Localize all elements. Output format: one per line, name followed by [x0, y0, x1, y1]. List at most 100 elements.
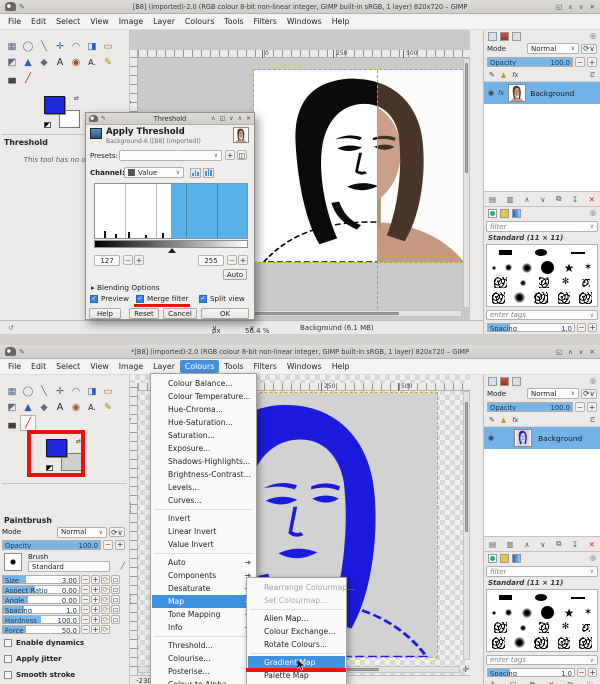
menu-item-desaturate[interactable]: Desaturate➔: [152, 582, 255, 595]
align-tool-icon[interactable]: ◨: [84, 383, 100, 399]
pencil-tool-icon[interactable]: ✎: [100, 399, 116, 415]
spacing-decrease-button[interactable]: −: [577, 668, 586, 677]
progress-icon[interactable]: ↺: [8, 324, 14, 332]
raise-layer-icon[interactable]: ∧: [524, 540, 530, 549]
canvas-vscrollbar[interactable]: [463, 58, 470, 308]
decrease-button[interactable]: −: [81, 625, 90, 634]
crop-tool-icon[interactable]: ▭: [100, 383, 116, 399]
lower-layer-icon[interactable]: ∨: [540, 540, 546, 549]
mode-select[interactable]: Normal ∨: [527, 388, 579, 399]
move-tool-icon[interactable]: ✛: [52, 383, 68, 399]
reset-icon[interactable]: ⟳: [101, 605, 110, 614]
foreground-colour-swatch[interactable]: [44, 96, 65, 114]
align-tool-icon[interactable]: ◨: [84, 38, 100, 54]
brushes-tab-icon[interactable]: [488, 553, 497, 563]
help-button[interactable]: Help: [89, 308, 121, 319]
free-select-tool-icon[interactable]: ◯: [20, 38, 36, 54]
cancel-button[interactable]: Cancel: [163, 308, 197, 319]
patterns-tab-icon[interactable]: [500, 553, 509, 563]
brush-grid[interactable]: ★ ✶ ✻: [486, 589, 598, 652]
heal-tool-icon[interactable]: ◉: [68, 54, 84, 70]
bucket-fill-tool-icon[interactable]: ▲: [20, 399, 36, 415]
menu-item-auto[interactable]: Auto ➔: [152, 556, 255, 569]
titlebar[interactable]: ✎ *[B8] (imported)-2.0 (RGB colour 8-bit…: [0, 345, 600, 359]
fg-bg-colour-widget[interactable]: ⇄: [44, 95, 80, 128]
menu-file[interactable]: File: [3, 360, 26, 373]
menu-filters[interactable]: Filters: [249, 360, 282, 373]
mode-select[interactable]: Normal ∨: [527, 43, 579, 54]
unit-select[interactable]: px ∨: [212, 324, 221, 335]
menu-help[interactable]: Help: [327, 360, 355, 373]
paths-tab-icon[interactable]: [512, 31, 521, 41]
menu-item-colour-temperature[interactable]: Colour Temperature...: [152, 390, 255, 403]
lock-alpha-icon[interactable]: fx: [512, 416, 518, 424]
crop-tool-icon[interactable]: ▭: [100, 38, 116, 54]
heal-tool-icon[interactable]: ◉: [68, 399, 84, 415]
spacing-increase-button[interactable]: +: [588, 323, 597, 332]
paint-opacity-slider[interactable]: Opacity 100.0: [2, 539, 101, 550]
open-brush-icon[interactable]: ◫: [586, 680, 593, 684]
opacity-slider[interactable]: Opacity 100.0: [487, 402, 573, 412]
menu-filters[interactable]: Filters: [249, 15, 282, 28]
force-slider[interactable]: Force 50.0: [2, 625, 80, 634]
lock-position-icon[interactable]: ▲: [501, 71, 506, 79]
auto-button[interactable]: Auto: [223, 269, 247, 280]
bucket-fill-tool-icon[interactable]: ▲: [20, 54, 36, 70]
up-icon[interactable]: ∧: [238, 115, 242, 122]
gradients-tab-icon[interactable]: [512, 553, 521, 563]
restore-icon[interactable]: ∨: [579, 348, 584, 356]
edit-brush-icon[interactable]: ✎: [490, 680, 496, 684]
menu-item-value-invert[interactable]: Value Invert: [152, 538, 255, 551]
close-icon[interactable]: ✕: [246, 115, 251, 122]
mode-switch-icon[interactable]: ⟳∨: [581, 43, 597, 54]
hardness-slider[interactable]: Hardness 100.0: [2, 615, 80, 624]
menu-windows[interactable]: Windows: [282, 360, 327, 373]
menu-select[interactable]: Select: [51, 360, 85, 373]
add-preset-icon[interactable]: +: [225, 150, 235, 160]
menu-item-linear-invert[interactable]: Linear Invert: [152, 525, 255, 538]
layer-row-background[interactable]: ◉ fx Background: [484, 82, 600, 104]
link-icon[interactable]: ▫: [111, 615, 120, 624]
new-brush-icon[interactable]: ▢: [510, 680, 517, 684]
brush-thumbnail[interactable]: [4, 553, 22, 571]
lock-alpha-icon[interactable]: fx: [512, 71, 518, 79]
split-view-checkbox[interactable]: ✓ Split view: [199, 294, 245, 303]
menu-help[interactable]: Help: [327, 15, 355, 28]
link-icon[interactable]: ▫: [111, 585, 120, 594]
menu-file[interactable]: File: [3, 15, 26, 28]
lock-pixels-icon[interactable]: ✎: [489, 416, 495, 424]
spacing-slider[interactable]: Spacing 1.0: [2, 605, 80, 614]
paths-tab-icon[interactable]: [512, 376, 521, 386]
raise-layer-icon[interactable]: ∧: [524, 195, 530, 204]
restore-icon[interactable]: ∨: [579, 3, 584, 11]
menu-windows[interactable]: Windows: [282, 15, 327, 28]
dock-refresh-icon[interactable]: Ȼ: [590, 416, 595, 424]
anchor-layer-icon[interactable]: ↧: [572, 195, 578, 204]
brush-tags-input[interactable]: enter tags ∨: [486, 655, 598, 665]
merge-filter-checkbox[interactable]: ✓ Merge filter: [136, 294, 188, 303]
spacing-increase-button[interactable]: +: [588, 668, 597, 677]
menu-item-alien-map[interactable]: Alien Map...: [248, 612, 345, 625]
spacing-decrease-button[interactable]: −: [577, 323, 586, 332]
cage-transform-tool-icon[interactable]: ◠: [68, 383, 84, 399]
menu-colours[interactable]: Colours: [179, 360, 220, 373]
ok-button[interactable]: OK: [201, 308, 249, 319]
rect-select-tool-icon[interactable]: ▦: [4, 383, 20, 399]
gradients-tab-icon[interactable]: [512, 208, 521, 218]
menu-view[interactable]: View: [85, 360, 114, 373]
size-slider[interactable]: Size 3.00: [2, 575, 80, 584]
menu-item-invert[interactable]: Invert: [152, 512, 255, 525]
lock-pixels-icon[interactable]: ✎: [489, 71, 495, 79]
menu-colours[interactable]: Colours: [180, 15, 219, 28]
log-histogram-icon[interactable]: [203, 168, 214, 178]
brush-spacing-slider[interactable]: Spacing 1.0: [487, 323, 575, 332]
reset-icon[interactable]: ⟳: [101, 625, 110, 634]
increase-button[interactable]: +: [91, 595, 100, 604]
menu-item-colourise[interactable]: Colourise...: [152, 652, 255, 665]
fonts-tool-icon[interactable]: A.: [84, 54, 100, 70]
presets-select[interactable]: ∨: [119, 150, 222, 161]
menu-item-saturation[interactable]: Saturation...: [152, 429, 255, 442]
duplicate-brush-icon[interactable]: ⧉: [530, 680, 535, 684]
gradient-tool-icon[interactable]: ◆: [36, 54, 52, 70]
fuzzy-select-tool-icon[interactable]: ╲: [36, 38, 52, 54]
